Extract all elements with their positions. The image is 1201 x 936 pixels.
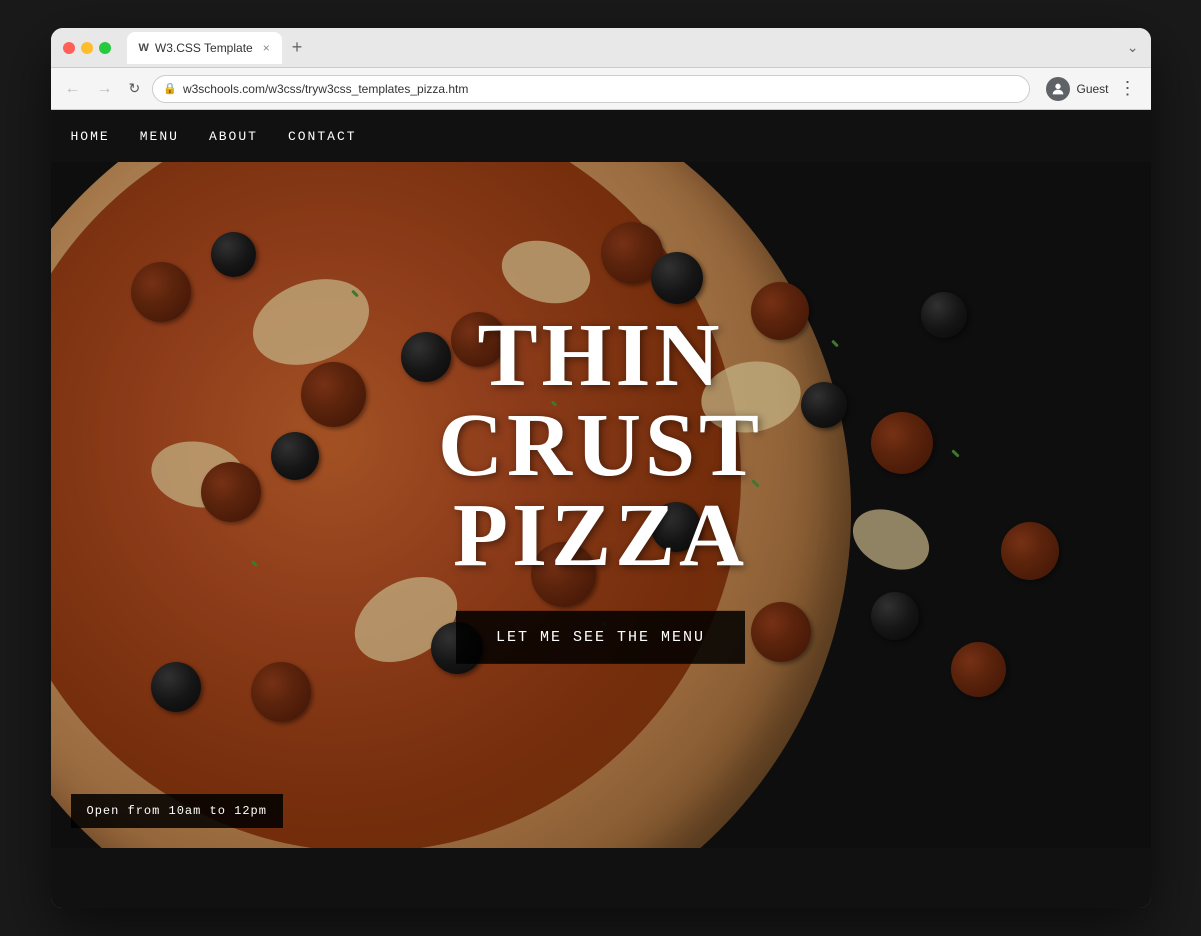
- website-content: HOME MENU ABOUT CONTACT: [51, 110, 1151, 908]
- url-text: w3schools.com/w3css/tryw3css_templates_p…: [183, 82, 468, 96]
- hero-cta-button[interactable]: Let me see the menu: [456, 611, 745, 664]
- hero-title-line2: CRUST PIZZA: [326, 401, 876, 581]
- nav-about[interactable]: ABOUT: [209, 129, 258, 144]
- url-bar[interactable]: 🔒 w3schools.com/w3css/tryw3css_templates…: [152, 75, 1030, 103]
- tab-title: W3.CSS Template: [155, 41, 253, 55]
- browser-window: W W3.CSS Template × + ⌄ ← → ↻ 🔒 w3school…: [51, 28, 1151, 908]
- browser-tab[interactable]: W W3.CSS Template ×: [127, 32, 282, 64]
- lock-icon: 🔒: [163, 82, 177, 95]
- address-bar: ← → ↻ 🔒 w3schools.com/w3css/tryw3css_tem…: [51, 68, 1151, 110]
- nav-home[interactable]: HOME: [71, 129, 110, 144]
- nav-menu[interactable]: MENU: [140, 129, 179, 144]
- site-nav: HOME MENU ABOUT CONTACT: [51, 110, 1151, 162]
- close-button[interactable]: [63, 42, 75, 54]
- maximize-button[interactable]: [99, 42, 111, 54]
- profile-area: Guest ⋮: [1046, 77, 1140, 101]
- hero-text: THIN CRUST PIZZA Let me see the menu: [326, 311, 876, 664]
- title-bar: W W3.CSS Template × + ⌄: [51, 28, 1151, 68]
- site-footer: [51, 848, 1151, 908]
- profile-icon[interactable]: [1046, 77, 1070, 101]
- back-button[interactable]: ←: [61, 76, 85, 102]
- tab-menu-chevron[interactable]: ⌄: [1127, 39, 1139, 56]
- open-hours-badge: Open from 10am to 12pm: [71, 794, 283, 828]
- profile-label: Guest: [1076, 82, 1108, 96]
- tab-favicon: W: [139, 42, 149, 54]
- hero-title: THIN CRUST PIZZA: [326, 311, 876, 581]
- more-options-button[interactable]: ⋮: [1115, 78, 1141, 99]
- traffic-lights: [63, 42, 111, 54]
- refresh-button[interactable]: ↻: [125, 76, 145, 101]
- tab-close-icon[interactable]: ×: [263, 41, 270, 55]
- tab-bar: W W3.CSS Template × + ⌄: [127, 32, 1139, 64]
- forward-button[interactable]: →: [93, 76, 117, 102]
- new-tab-button[interactable]: +: [286, 37, 309, 58]
- hero-title-line1: THIN: [326, 311, 876, 401]
- hero-section: THIN CRUST PIZZA Let me see the menu Ope…: [51, 162, 1151, 848]
- minimize-button[interactable]: [81, 42, 93, 54]
- nav-contact[interactable]: CONTACT: [288, 129, 357, 144]
